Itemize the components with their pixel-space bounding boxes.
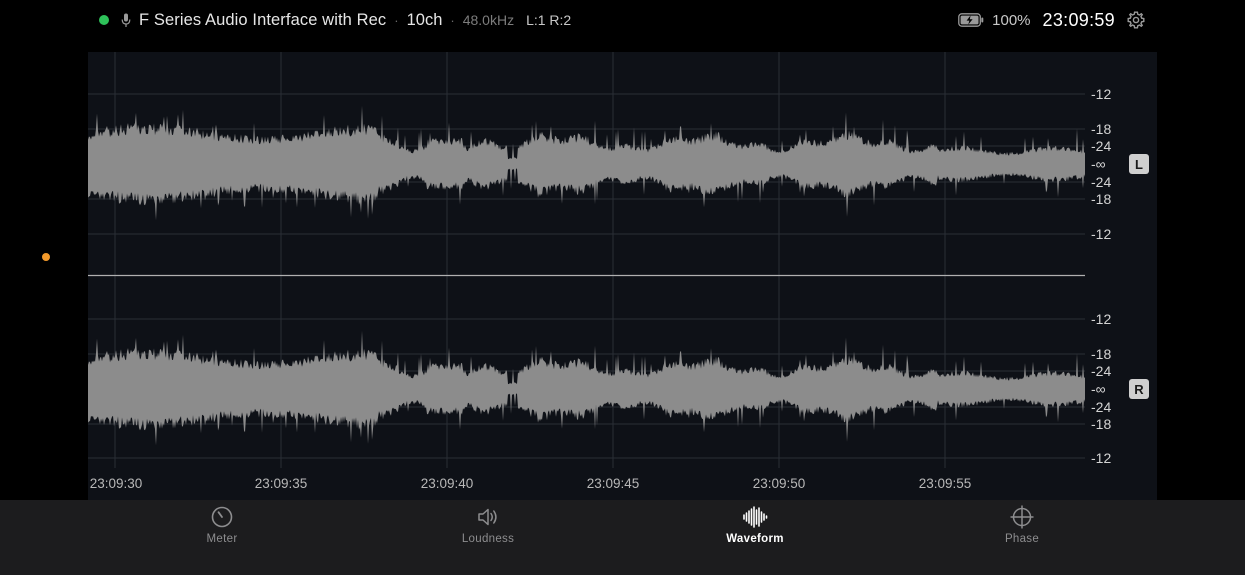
tab-waveform[interactable]: Waveform [675, 500, 835, 575]
time-label: 23:09:35 [254, 476, 308, 491]
db-label: -∞ [1091, 381, 1106, 397]
time-label: 23:09:55 [918, 476, 972, 491]
db-label: -24 [1091, 174, 1112, 190]
db-label: -12 [1091, 226, 1112, 242]
time-label: 23:09:50 [752, 476, 806, 491]
separator: · [394, 12, 399, 28]
channel-badge-right: R [1129, 379, 1149, 399]
tab-label: Meter [206, 533, 238, 545]
tab-bar: Meter Loudness Waveform Phase [0, 500, 1245, 575]
device-info[interactable]: F Series Audio Interface with Rec · 10ch… [99, 9, 571, 31]
db-label: -12 [1091, 450, 1112, 466]
battery-percentage: 100% [992, 11, 1031, 29]
waveform-display[interactable]: -12 -18 -24 -∞ -24 -18 -12 L -12 -18 -24… [88, 52, 1157, 500]
time-label: 23:09:45 [586, 476, 640, 491]
time-label: 23:09:40 [420, 476, 474, 491]
speaker-icon [478, 508, 497, 526]
db-label: -∞ [1091, 156, 1106, 172]
db-label: -24 [1091, 138, 1112, 154]
tab-label: Loudness [461, 533, 515, 545]
db-label: -12 [1091, 86, 1112, 102]
channel-count: 10ch [406, 10, 443, 29]
waveform-left-channel [88, 105, 1085, 221]
tab-label: Waveform [726, 533, 784, 545]
tab-phase[interactable]: Phase [942, 500, 1102, 575]
tab-meter[interactable]: Meter [142, 500, 302, 575]
channel-badge-left: L [1129, 154, 1149, 174]
db-label: -18 [1091, 121, 1112, 137]
microphone-icon [121, 13, 131, 27]
tab-loudness[interactable]: Loudness [408, 500, 568, 575]
camera-indicator-dot [42, 253, 50, 261]
db-label: -12 [1091, 311, 1112, 327]
clock: 23:09:59 [1042, 9, 1115, 30]
separator: · [450, 12, 455, 28]
waveform-right-channel [88, 330, 1085, 446]
db-label: -18 [1091, 191, 1112, 207]
gear-icon[interactable] [1127, 11, 1145, 29]
db-label: -18 [1091, 416, 1112, 432]
tab-label: Phase [1004, 533, 1040, 545]
db-label: -18 [1091, 346, 1112, 362]
gauge-icon [211, 506, 233, 528]
sample-rate: 48.0kHz [462, 12, 515, 28]
status-bar: F Series Audio Interface with Rec · 10ch… [0, 0, 1245, 40]
channel-map: L:1 R:2 [526, 12, 572, 28]
db-label: -24 [1091, 399, 1112, 415]
device-name: F Series Audio Interface with Rec [139, 10, 387, 29]
db-label: -24 [1091, 363, 1112, 379]
crosshair-icon [1010, 505, 1034, 529]
waveform-canvas [88, 52, 1085, 468]
status-right: 100% 23:09:59 [958, 9, 1145, 31]
time-label: 23:09:30 [89, 476, 143, 491]
battery-charging-icon [958, 13, 984, 27]
waveform-icon [743, 506, 768, 528]
connection-status-dot [99, 15, 109, 25]
app-window: F Series Audio Interface with Rec · 10ch… [0, 0, 1245, 575]
